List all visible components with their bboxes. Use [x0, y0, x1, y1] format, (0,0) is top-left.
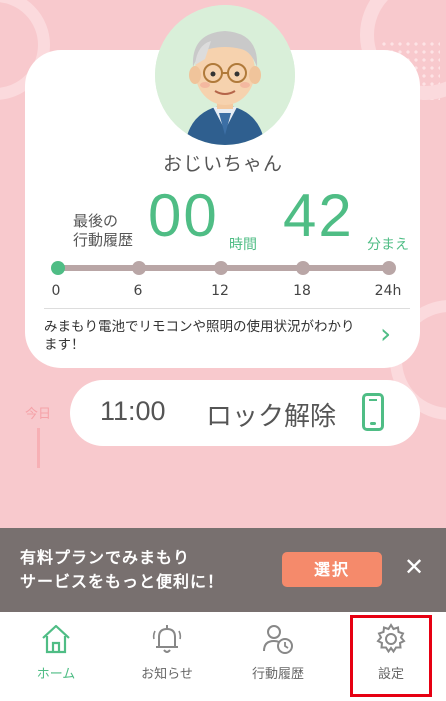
timeline-node	[382, 261, 396, 275]
user-clock-icon	[263, 625, 293, 654]
last-activity-label-line2: 行動履歴	[73, 231, 134, 249]
timeline-node	[214, 261, 228, 275]
grandfather-avatar-icon	[155, 5, 295, 145]
hours-unit: 時間	[229, 237, 257, 253]
event-text: ロック解除	[206, 402, 337, 432]
today-marker	[37, 428, 40, 468]
banner-line1: 有料プランでみまもり	[20, 548, 191, 567]
card-divider	[44, 308, 410, 309]
event-time: 11:00	[100, 396, 166, 426]
banner-line2: サービスをもっと便利に！	[20, 572, 225, 591]
activity-event-card[interactable]: 11:00 ロック解除	[70, 380, 420, 446]
timeline-node	[132, 261, 146, 275]
tab-history[interactable]: 行動履歴	[228, 612, 328, 701]
tab-label: お知らせ	[141, 667, 193, 682]
elapsed-hours: 00	[148, 182, 219, 249]
banner-message: 有料プランでみまもり サービスをもっと便利に！	[20, 546, 224, 594]
timeline-node-current	[51, 261, 65, 275]
bell-icon	[152, 625, 182, 653]
select-plan-button[interactable]: 選択	[282, 552, 382, 587]
timeline-tick: 12	[211, 283, 229, 299]
tab-label: ホーム	[36, 667, 76, 682]
timeline-node	[296, 261, 310, 275]
upgrade-banner: 有料プランでみまもり サービスをもっと便利に！ 選択 ✕	[0, 528, 446, 612]
timeline-tick: 18	[293, 283, 311, 299]
home-icon	[42, 624, 70, 654]
smartphone-icon	[362, 393, 384, 431]
elapsed-minutes: 42	[283, 182, 354, 249]
timeline-tick: 24h	[374, 283, 402, 299]
last-activity-label-line1: 最後の	[73, 212, 119, 230]
timeline-tick: 0	[51, 283, 61, 299]
last-activity-label: 最後の 行動履歴	[73, 212, 133, 250]
tab-notifications[interactable]: お知らせ	[117, 612, 217, 701]
settings-highlight-box	[350, 615, 432, 697]
profile-name: おじいちゃん	[162, 153, 283, 175]
tab-home[interactable]: ホーム	[6, 612, 106, 701]
timeline-tick: 6	[133, 283, 143, 299]
chevron-right-icon: ›	[380, 317, 392, 350]
close-icon[interactable]: ✕	[404, 552, 424, 582]
info-text: みまもり電池でリモコンや照明の使用状況がわかります！	[44, 319, 355, 353]
tab-label: 行動履歴	[251, 667, 304, 682]
today-label: 今日	[25, 407, 52, 422]
minutes-unit: 分まえ	[367, 237, 409, 253]
